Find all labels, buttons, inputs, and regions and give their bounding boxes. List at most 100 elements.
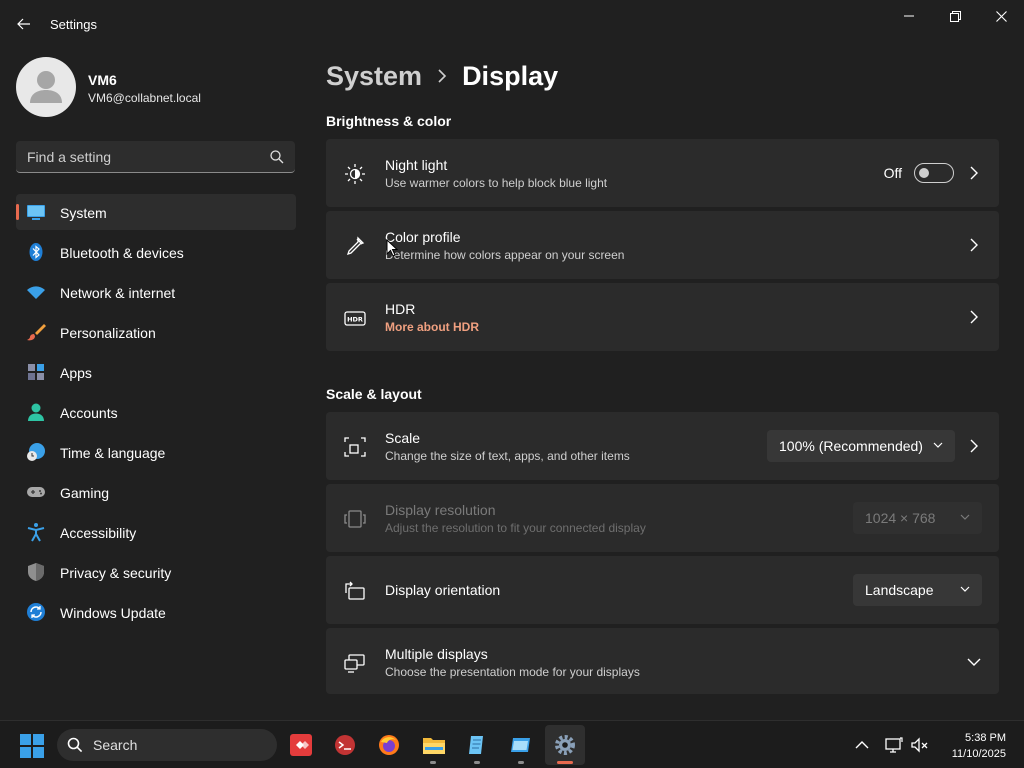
- night-light-toggle[interactable]: [914, 163, 954, 183]
- back-arrow-icon: [17, 18, 30, 30]
- settings-search-input[interactable]: [16, 141, 256, 172]
- minimize-icon: [904, 15, 914, 17]
- sidebar-item-label: Personalization: [60, 325, 156, 341]
- section-title-scale: Scale & layout: [326, 386, 422, 402]
- section-title-brightness: Brightness & color: [326, 113, 452, 129]
- chevron-right-icon: [970, 238, 978, 252]
- night-light-icon: [345, 164, 365, 184]
- multiple-displays-card[interactable]: Multiple displays Choose the presentatio…: [326, 628, 999, 694]
- scale-title: Scale: [385, 430, 421, 446]
- chevron-down-icon: [960, 514, 970, 520]
- sidebar-item-label: Network & internet: [60, 285, 176, 301]
- breadcrumb: System Display: [326, 58, 558, 94]
- resolution-dropdown-value: 1024 × 768: [865, 510, 936, 526]
- search-icon[interactable]: [269, 149, 285, 165]
- sidebar-item-label: Accessibility: [60, 525, 137, 541]
- multiple-displays-subtitle: Choose the presentation mode for your di…: [385, 665, 640, 679]
- taskbar-app-file-explorer[interactable]: [413, 725, 453, 765]
- windows-start-icon[interactable]: [19, 733, 45, 759]
- minimize-button[interactable]: [886, 4, 932, 28]
- bluetooth-icon: [29, 243, 43, 261]
- sidebar-item-network[interactable]: Network & internet: [16, 274, 296, 310]
- scale-dropdown[interactable]: 100% (Recommended): [767, 430, 955, 462]
- display-orientation-card[interactable]: Display orientation Landscape: [326, 556, 999, 624]
- update-icon: [27, 603, 45, 621]
- scale-dropdown-value: 100% (Recommended): [779, 438, 923, 454]
- taskbar-app-notepad[interactable]: [457, 725, 497, 765]
- resolution-dropdown: 1024 × 768: [853, 502, 982, 534]
- sidebar-item-label: Privacy & security: [60, 565, 172, 581]
- orientation-icon: [345, 581, 365, 600]
- hdr-learn-more-link[interactable]: More about HDR: [385, 320, 479, 334]
- orientation-dropdown[interactable]: Landscape: [853, 574, 982, 606]
- sidebar-item-label: Apps: [60, 365, 92, 381]
- close-button[interactable]: [978, 4, 1024, 28]
- night-light-subtitle: Use warmer colors to help block blue lig…: [385, 176, 608, 190]
- svg-text:HDR: HDR: [347, 316, 363, 324]
- wifi-icon: [27, 286, 45, 299]
- sidebar-item-system[interactable]: System: [16, 194, 296, 230]
- person-icon: [28, 403, 44, 421]
- taskbar-app-settings[interactable]: [545, 725, 585, 765]
- sidebar-nav: System Bluetooth & devices Network & int…: [16, 194, 296, 634]
- breadcrumb-parent[interactable]: System: [326, 61, 422, 92]
- display-resolution-card: Display resolution Adjust the resolution…: [326, 484, 999, 552]
- chevron-right-icon: [970, 166, 978, 180]
- sidebar-item-accessibility[interactable]: Accessibility: [16, 514, 296, 550]
- window-app-icon: [511, 738, 530, 752]
- sidebar-item-bluetooth[interactable]: Bluetooth & devices: [16, 234, 296, 270]
- restore-icon: [949, 10, 961, 22]
- clock-time: 5:38 PM: [965, 732, 1006, 744]
- eyedropper-icon: [346, 236, 365, 256]
- notepad-icon: [469, 736, 483, 754]
- hdr-title: HDR: [385, 301, 416, 317]
- taskbar-search[interactable]: Search: [57, 729, 277, 761]
- night-light-card[interactable]: Night light Use warmer colors to help bl…: [326, 139, 999, 207]
- sidebar-item-personalization[interactable]: Personalization: [16, 314, 296, 350]
- back-button[interactable]: [10, 12, 38, 36]
- mouse-cursor-icon: [386, 239, 398, 257]
- system-icon: [27, 205, 45, 220]
- page-title: Display: [462, 60, 559, 91]
- taskbar-app-firefox[interactable]: [369, 725, 409, 765]
- chevron-right-icon: [438, 69, 447, 83]
- sidebar-item-time-language[interactable]: Time & language: [16, 434, 296, 470]
- title-bar: Settings: [0, 0, 1024, 48]
- taskbar-app-terminal[interactable]: [325, 725, 365, 765]
- settings-icon: [555, 735, 575, 755]
- user-avatar-icon: [30, 71, 62, 103]
- taskbar-app-window[interactable]: [501, 725, 541, 765]
- apps-icon: [28, 364, 44, 380]
- sidebar-item-label: Bluetooth & devices: [60, 245, 184, 261]
- sidebar-item-gaming[interactable]: Gaming: [16, 474, 296, 510]
- close-icon: [995, 10, 1007, 22]
- sidebar-item-label: System: [60, 205, 107, 221]
- sidebar-item-privacy[interactable]: Privacy & security: [16, 554, 296, 590]
- taskbar-app-anydesk[interactable]: [281, 725, 321, 765]
- resolution-icon: [344, 510, 366, 528]
- color-profile-card[interactable]: Color profile Determine how colors appea…: [326, 211, 999, 279]
- night-light-title: Night light: [385, 157, 448, 173]
- settings-search[interactable]: [16, 141, 295, 173]
- taskbar-search-label: Search: [93, 737, 138, 753]
- search-icon: [67, 737, 83, 753]
- sidebar-item-label: Accounts: [60, 405, 118, 421]
- multiple-displays-icon: [344, 654, 365, 673]
- restore-button[interactable]: [932, 4, 978, 28]
- sidebar-item-windows-update[interactable]: Windows Update: [16, 594, 296, 630]
- taskbar-clock[interactable]: 5:38 PM 11/10/2025: [952, 730, 1006, 762]
- anydesk-icon: [290, 734, 312, 756]
- network-icon[interactable]: [884, 735, 904, 755]
- user-profile[interactable]: VM6 VM6@collabnet.local: [16, 57, 296, 117]
- hdr-icon: HDR: [344, 311, 366, 326]
- scale-card[interactable]: Scale Change the size of text, apps, and…: [326, 412, 999, 480]
- sidebar-item-apps[interactable]: Apps: [16, 354, 296, 390]
- firefox-icon: [379, 735, 399, 755]
- sidebar-item-label: Time & language: [60, 445, 166, 461]
- chevron-down-icon[interactable]: [967, 657, 981, 667]
- hdr-card[interactable]: HDR HDR More about HDR: [326, 283, 999, 351]
- sidebar-item-accounts[interactable]: Accounts: [16, 394, 296, 430]
- volume-muted-icon[interactable]: [910, 735, 930, 755]
- chevron-up-icon[interactable]: [852, 735, 872, 755]
- display-resolution-title: Display resolution: [385, 502, 496, 518]
